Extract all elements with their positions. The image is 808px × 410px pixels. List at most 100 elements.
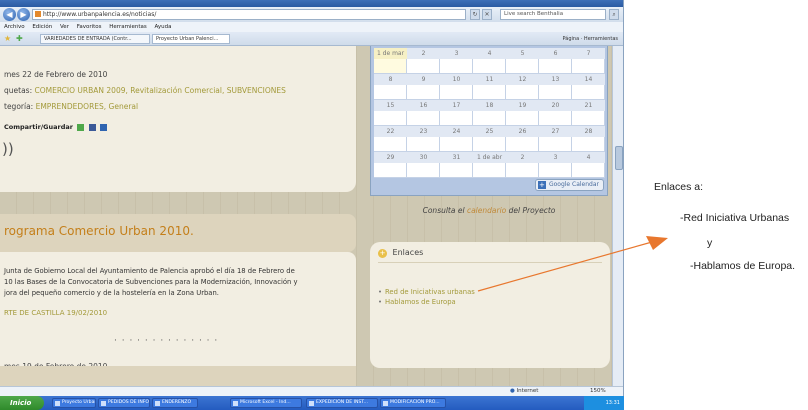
back-button[interactable]: ◀ [3, 8, 16, 21]
audio-icon[interactable]: )) [2, 140, 14, 158]
link-hablamos-europa[interactable]: • Hablamos de Europa [378, 298, 456, 306]
calendar-cell[interactable]: 22 [374, 126, 407, 152]
google-calendar-button[interactable]: + Google Calendar [534, 179, 604, 191]
menu-favoritos[interactable]: Favoritos [77, 24, 102, 30]
post-tags: quetas: COMERCIO URBAN 2009, Revitalizac… [4, 86, 286, 95]
address-bar[interactable]: http://www.urbanpalencia.es/noticias/ [32, 9, 466, 20]
refresh-icon[interactable]: ↻ [470, 9, 480, 20]
calendar-cell[interactable]: 3 [539, 152, 572, 178]
calendar-cell[interactable]: 1 de mar [374, 48, 407, 74]
calendar-link[interactable]: calendario [467, 206, 506, 215]
taskbar-task[interactable]: MODIFICACIÓN PRO... [380, 398, 446, 408]
taskbar-task[interactable]: Microsoft Excel - Ind... [230, 398, 302, 408]
annotation-line: y [707, 237, 713, 249]
taskbar-task[interactable]: EXPEDICIÓN DE INST... [306, 398, 378, 408]
link-red-iniciativas[interactable]: • Red de Iniciativas urbanas [378, 288, 475, 296]
calendar-cell[interactable]: 31 [440, 152, 473, 178]
calendar-cell[interactable]: 10 [440, 74, 473, 100]
stop-icon[interactable]: ✕ [482, 9, 492, 20]
link-label: Red de Iniciativas urbanas [385, 288, 475, 296]
menu-ayuda[interactable]: Ayuda [155, 24, 172, 30]
calendar-day-number: 22 [374, 126, 407, 137]
share-plus-icon [77, 123, 85, 131]
calendar-cell[interactable]: 18 [473, 100, 506, 126]
menu-archivo[interactable]: Archivo [4, 24, 25, 30]
category-links[interactable]: EMPRENDEDORES, General [36, 102, 139, 111]
command-bar[interactable]: Página · Herramientas [563, 34, 618, 44]
calendar-cell[interactable]: 15 [374, 100, 407, 126]
calendar-cell[interactable]: 11 [473, 74, 506, 100]
search-input[interactable]: Live search Benthalia [500, 9, 606, 20]
calendar-cell[interactable]: 20 [539, 100, 572, 126]
calendar-cell[interactable]: 28 [572, 126, 605, 152]
calendar-cell[interactable]: 25 [473, 126, 506, 152]
calendar-cell[interactable]: 4 [572, 152, 605, 178]
calendar-cell[interactable]: 3 [440, 48, 473, 74]
calendar-day-number: 10 [440, 74, 473, 85]
calendar-cell[interactable]: 24 [440, 126, 473, 152]
tags-label: quetas: [4, 86, 33, 95]
menu-bar: Archivo Edición Ver Favoritos Herramient… [0, 22, 623, 32]
calendar-day-number: 3 [539, 152, 572, 163]
address-row: ◀ ▶ http://www.urbanpalencia.es/noticias… [0, 7, 623, 22]
calendar-cell[interactable]: 16 [407, 100, 440, 126]
share-button[interactable]: Compartir/Guardar [4, 123, 107, 131]
calendar-day-number: 30 [407, 152, 440, 163]
calendar-cell[interactable]: 5 [506, 48, 539, 74]
post-title[interactable]: rograma Comercio Urban 2010. [4, 224, 194, 238]
add-favorite-icon[interactable]: ✚ [16, 34, 23, 43]
calendar-cell[interactable]: 30 [407, 152, 440, 178]
post-source[interactable]: RTE DE CASTILLA 19/02/2010 [4, 309, 107, 317]
menu-edicion[interactable]: Edición [32, 24, 52, 30]
calendar-cell[interactable]: 12 [506, 74, 539, 100]
calendar-day-number: 15 [374, 100, 407, 111]
calendar-cell[interactable]: 23 [407, 126, 440, 152]
security-zone: ● Internet [510, 387, 538, 396]
taskbar-task[interactable]: PEDIDOS DE INFORM... [98, 398, 150, 408]
calendar-cell[interactable]: 14 [572, 74, 605, 100]
menu-herramientas[interactable]: Herramientas [109, 24, 146, 30]
calendar-cell[interactable]: 17 [440, 100, 473, 126]
start-button[interactable]: Inicio [0, 396, 44, 410]
favicon-icon [35, 11, 41, 17]
calendar-cell[interactable]: 2 [506, 152, 539, 178]
calendar-cell[interactable]: 6 [539, 48, 572, 74]
calendar-cell[interactable]: 7 [572, 48, 605, 74]
calendar-cell[interactable]: 1 de abr [473, 152, 506, 178]
start-label: Inicio [10, 399, 32, 407]
tags-links[interactable]: COMERCIO URBAN 2009, Revitalización Come… [35, 86, 286, 95]
post-card: mes 22 de Febrero de 2010 quetas: COMERC… [0, 46, 356, 192]
zone-label: Internet [516, 388, 539, 394]
calendar-cell[interactable]: 21 [572, 100, 605, 126]
calendar-cell[interactable]: 29 [374, 152, 407, 178]
calendar-cell[interactable]: 2 [407, 48, 440, 74]
calendar-day-number: 8 [374, 74, 407, 85]
vertical-scrollbar[interactable] [612, 46, 623, 386]
calendar-cell[interactable]: 4 [473, 48, 506, 74]
zoom-control[interactable]: 150% [590, 387, 606, 396]
links-heading-text: Enlaces [392, 248, 424, 257]
tab-proyecto-urban[interactable]: Proyecto Urban Palenci... [152, 34, 230, 44]
calendar-cell[interactable]: 26 [506, 126, 539, 152]
calendar-day-number: 19 [506, 100, 539, 111]
taskbar-task[interactable]: Proyecto Urban Pale... [52, 398, 96, 408]
tab-variedades[interactable]: VARIEDADES DE ENTRADA (Contr... [40, 34, 150, 44]
scroll-thumb[interactable] [615, 146, 623, 170]
calendar-cell[interactable]: 19 [506, 100, 539, 126]
google-calendar-label: Google Calendar [548, 181, 599, 188]
calendar-cell[interactable]: 13 [539, 74, 572, 100]
taskbar-task[interactable]: ENDERENZO [152, 398, 198, 408]
tab-label: Proyecto Urban Palenci... [156, 36, 219, 42]
calendar-cell[interactable]: 8 [374, 74, 407, 100]
calendar-cell[interactable]: 9 [407, 74, 440, 100]
plus-icon: + [537, 181, 546, 189]
calendar-day-number: 1 de abr [473, 152, 506, 163]
favorites-star-icon[interactable]: ★ [4, 34, 11, 43]
menu-ver[interactable]: Ver [60, 24, 69, 30]
post-title-bar: rograma Comercio Urban 2010. [0, 214, 356, 252]
search-icon[interactable]: ⌕ [609, 9, 619, 20]
web-page: mes 22 de Febrero de 2010 quetas: COMERC… [0, 46, 612, 386]
calendar-cell[interactable]: 27 [539, 126, 572, 152]
forward-button[interactable]: ▶ [17, 8, 30, 21]
category-label: tegoría: [4, 102, 34, 111]
